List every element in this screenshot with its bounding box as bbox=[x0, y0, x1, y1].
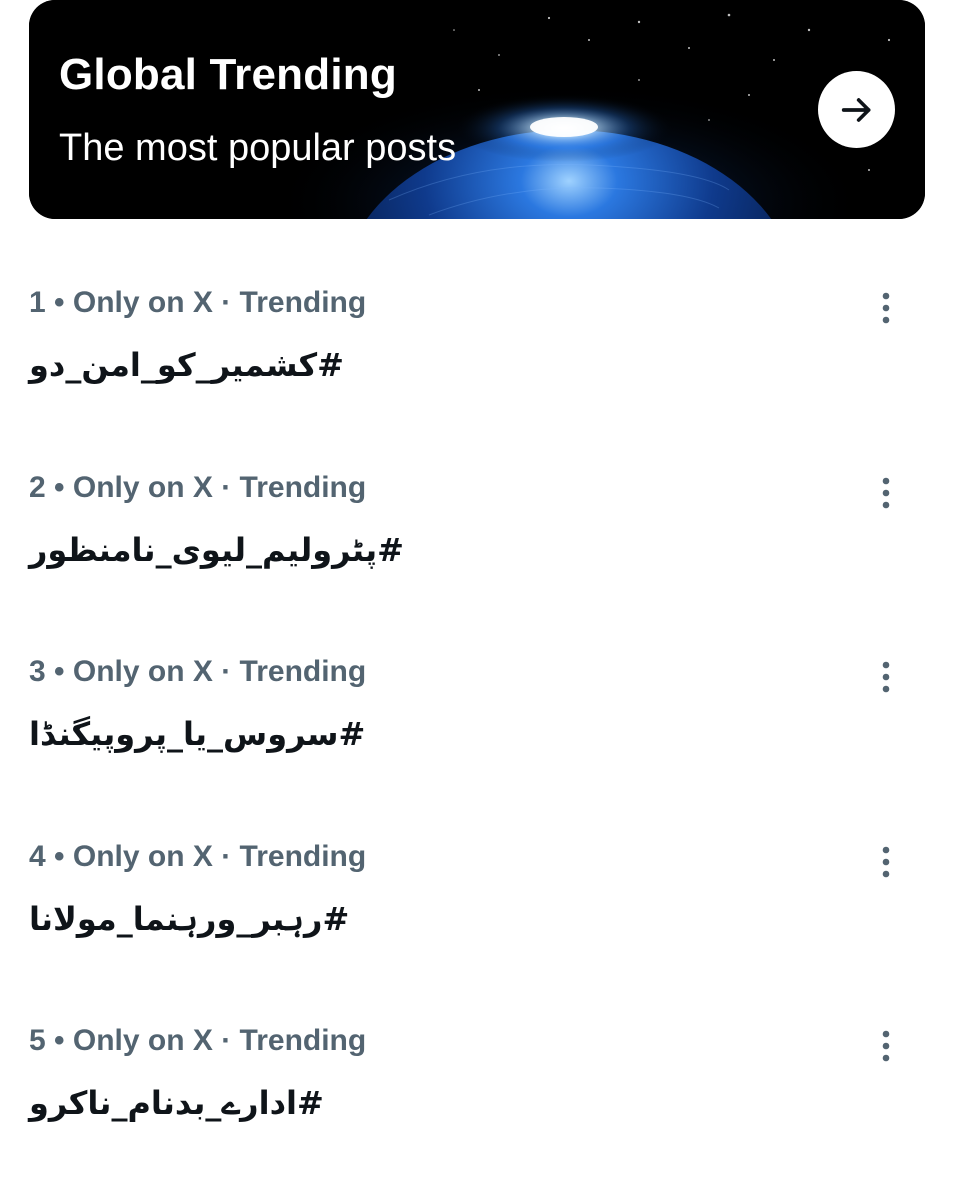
trend-rank: 4 bbox=[29, 839, 46, 873]
trend-hashtag: #پٹرولیم_لیوی_نامنظور bbox=[29, 530, 404, 569]
more-options-button[interactable] bbox=[866, 288, 906, 328]
more-options-button[interactable] bbox=[866, 473, 906, 513]
trend-meta: 2 • Only on X · Trending bbox=[29, 470, 367, 504]
trend-item[interactable]: 1 • Only on X · Trending #کشمیر_کو_امن_د… bbox=[0, 258, 954, 443]
banner-title: Global Trending bbox=[59, 50, 397, 99]
trend-meta: 1 • Only on X · Trending bbox=[29, 286, 367, 319]
trend-context: Only on X · Trending bbox=[72, 655, 367, 688]
trend-rank: 2 bbox=[29, 470, 46, 504]
trend-rank: 3 bbox=[29, 655, 46, 688]
more-vertical-icon bbox=[882, 477, 890, 508]
trend-item[interactable]: 4 • Only on X · Trending #رہبر_ورہنما_مو… bbox=[0, 812, 954, 997]
more-vertical-icon bbox=[882, 292, 890, 324]
trend-item[interactable]: 5 • Only on X · Trending #ادارے_بدنام_نا… bbox=[0, 996, 954, 1181]
trend-context: Only on X · Trending bbox=[72, 1024, 367, 1057]
more-vertical-icon bbox=[882, 661, 890, 693]
more-vertical-icon bbox=[882, 1030, 890, 1062]
more-options-button[interactable] bbox=[866, 1026, 906, 1066]
open-trending-button[interactable] bbox=[818, 71, 895, 148]
trend-hashtag: #ادارے_بدنام_ناکرو bbox=[29, 1084, 324, 1122]
earth-space-image bbox=[29, 0, 925, 219]
more-options-button[interactable] bbox=[866, 842, 906, 882]
trend-hashtag: #کشمیر_کو_امن_دو bbox=[29, 346, 344, 384]
trend-item[interactable]: 3 • Only on X · Trending #سروس_یا_پروپیگ… bbox=[0, 627, 954, 812]
trend-meta: 5 • Only on X · Trending bbox=[29, 1024, 367, 1057]
trend-context: Only on X · Trending bbox=[72, 470, 367, 504]
trend-context: Only on X · Trending bbox=[72, 839, 367, 873]
arrow-right-icon bbox=[841, 97, 870, 122]
trend-item[interactable]: 2 • Only on X · Trending #پٹرولیم_لیوی_ن… bbox=[0, 443, 954, 628]
more-options-button[interactable] bbox=[866, 657, 906, 697]
trend-hashtag: #رہبر_ورہنما_مولانا bbox=[29, 899, 350, 938]
trend-context: Only on X · Trending bbox=[72, 286, 367, 319]
trend-list: 1 • Only on X · Trending #کشمیر_کو_امن_د… bbox=[0, 258, 954, 1181]
more-vertical-icon bbox=[882, 846, 890, 877]
trend-hashtag: #سروس_یا_پروپیگنڈا bbox=[29, 715, 366, 753]
trend-meta: 3 • Only on X · Trending bbox=[29, 655, 367, 688]
trend-meta: 4 • Only on X · Trending bbox=[29, 839, 367, 873]
banner-subtitle: The most popular posts bbox=[59, 127, 457, 169]
global-trending-banner[interactable]: Global Trending The most popular posts bbox=[29, 0, 925, 219]
trend-rank: 5 bbox=[29, 1024, 46, 1057]
trend-rank: 1 bbox=[29, 286, 46, 319]
